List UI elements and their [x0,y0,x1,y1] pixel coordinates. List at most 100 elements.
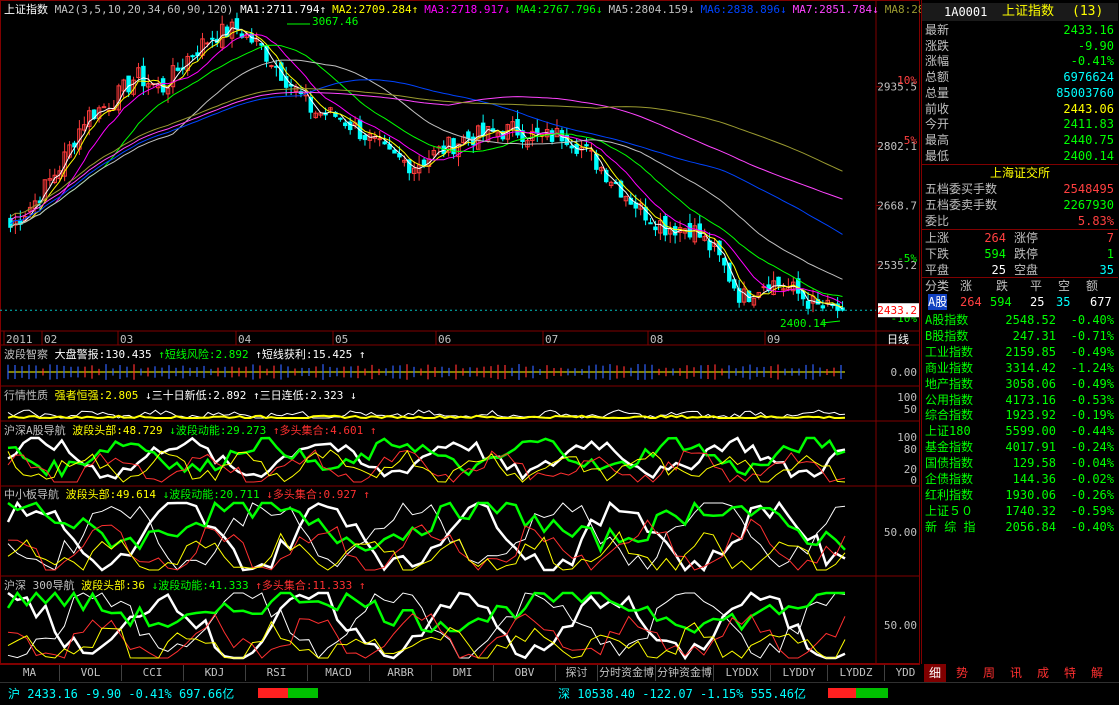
panel-button-特[interactable]: 特 [1059,664,1081,682]
indicator-value-3: ↑三日连低:2.323 [252,389,350,402]
index-row[interactable]: 新 综 指 2056.84 -0.40% [922,519,1118,535]
index-name: 国债指数 [925,456,974,471]
index-change: -0.19% [1070,408,1114,423]
panel-button-成[interactable]: 成 [1032,664,1054,682]
indicator-tab-6[interactable]: ARBR [370,665,432,681]
panel-button-势[interactable]: 势 [951,664,973,682]
ma-line-8 [10,88,843,218]
indicator-axis-label: 80 [904,443,917,456]
index-change: -0.71% [1070,328,1114,343]
indicator-tab-9[interactable]: 探讨 [556,665,598,681]
index-row[interactable]: 商业指数 3314.42 -1.24% [922,360,1118,376]
low-annotation: 2400.14 [780,317,827,330]
date-axis-label: 04 [238,333,252,346]
quote-row: 涨幅 -0.41% [922,53,1118,69]
category-header-cell: 空 [1058,279,1071,293]
pct-axis-label: -5% [897,252,917,265]
indicator-tab-3[interactable]: KDJ [184,665,246,681]
index-row[interactable]: 综合指数 1923.92 -0.19% [922,407,1118,423]
indicator-tab-14[interactable]: LYDDZ [828,665,885,681]
indicator-values: 波段头部:36 ↓波段动能:41.333 ↑多头集合:11.333 ↑ [81,579,365,592]
candle-body [377,138,382,141]
index-row[interactable]: 国债指数 129.58 -0.04% [922,455,1118,471]
quote-label: 最新 [925,23,950,37]
index-price: 3314.42 [1005,360,1056,375]
index-change: -0.24% [1070,440,1114,455]
category-empty: 35 [1056,295,1071,309]
candle-body [648,222,653,225]
indicator-tab-11[interactable]: 分钟资金博 [656,665,714,681]
index-change: -0.49% [1070,376,1114,391]
indicator-tab-1[interactable]: VOL [60,665,122,681]
indicator-value-3: ↑多头集合:11.333 [255,579,359,592]
sh-volume-bar [258,688,318,698]
indicator-tab-4[interactable]: RSI [246,665,308,681]
order-value: 5.83% [1077,214,1114,228]
indicator-tab-13[interactable]: LYDDY [771,665,828,681]
index-row[interactable]: 公用指数 4173.16 -0.53% [922,392,1118,408]
indicator-tab-15[interactable]: YDD [885,665,927,681]
indicator-tab-0[interactable]: MA [0,665,60,681]
index-change: -0.49% [1070,344,1114,359]
category-header-cell: 平 [1030,279,1043,293]
quote-value: -9.90 [1077,38,1114,53]
date-axis-label: 08 [650,333,663,346]
breadth-label: 空盘 [1014,263,1039,277]
indicator-tabs: MA VOL CCI KDJ RSI MACD ARBR DMI OBV 探讨 分时资金博 分钟资金博… [0,664,927,681]
indicator-axis-label: 0 [910,474,917,487]
order-row: 五档委买手数 2548495 [922,181,1118,197]
panel-button-细[interactable]: 细 [924,664,946,682]
chart-canvas[interactable]: 2935.52802.12668.72535.210%5%-5%-10%2433… [0,0,920,664]
quote-row: 最新 2433.16 [922,22,1118,38]
date-axis-label: 05 [335,333,348,346]
index-name: 综合指数 [925,408,974,423]
quote-value: -0.41% [1070,54,1114,69]
indicator-tab-5[interactable]: MACD [308,665,370,681]
indicator-axis-label: 50.00 [884,619,917,632]
breadth-label: 平盘 [925,263,950,277]
index-price: 5599.00 [1005,424,1056,439]
indicator-tab-8[interactable]: OBV [494,665,556,681]
panel-button-周[interactable]: 周 [978,664,1000,682]
category-down: 594 [990,295,1012,309]
ma-value-6: MA6:2838.896↓ [700,3,787,16]
indicator-name: 中小板导航 [4,488,59,501]
index-name: 基金指数 [925,440,974,455]
quote-value: 2443.06 [1063,101,1114,116]
candle-body [343,122,348,127]
indicator-value-4: ↑ [369,424,377,437]
panel-button-解[interactable]: 解 [1086,664,1108,682]
index-row[interactable]: 地产指数 3058.06 -0.49% [922,376,1118,392]
indicator-axis-label: 50.00 [884,526,917,539]
quote-label: 涨幅 [925,54,950,69]
indicator-axis-label: 0.00 [891,366,918,379]
index-price: 1740.32 [1005,503,1056,518]
index-row[interactable]: 上证180 5599.00 -0.44% [922,423,1118,439]
category-header-cell: 涨 [960,279,973,293]
indicator-tab-7[interactable]: DMI [432,665,494,681]
indicator-value-3: ↓多头集合:0.927 [266,488,364,501]
indicator-tab-10[interactable]: 分时资金博 [598,665,656,681]
index-row[interactable]: 红利指数 1930.06 -0.26% [922,487,1118,503]
index-row[interactable]: 企债指数 144.36 -0.02% [922,471,1118,487]
breadth-label: 上涨 [925,231,950,245]
category-up: 264 [960,295,982,309]
chart-area[interactable]: 2935.5 2802.1 2668.7 2535.2 10% 5% -5% -10% 2433… [0,0,958,664]
chart-title: 上证指数 [4,3,48,16]
exchange-title: 上海证交所 [922,164,1118,181]
index-row[interactable]: 基金指数 4017.91 -0.24% [922,439,1118,455]
index-row[interactable]: 工业指数 2159.85 -0.49% [922,344,1118,360]
index-row[interactable]: 上证５０ 1740.32 -0.59% [922,503,1118,519]
ma-line-7 [10,91,843,221]
category-header-cell: 分类 [925,279,950,293]
breadth-row: 下跌 594 跌停 1 [922,246,1118,262]
quote-value: 6976624 [1063,70,1114,85]
indicator-tab-2[interactable]: CCI [122,665,184,681]
panel-button-讯[interactable]: 讯 [1005,664,1027,682]
indicator-tab-12[interactable]: LYDDX [714,665,771,681]
current-price-label: 2433.2 [877,304,917,317]
candle-body [190,55,195,58]
index-row[interactable]: A股指数 2548.52 -0.40% [922,312,1118,328]
high-annotation: 3067.46 [312,15,358,28]
index-row[interactable]: B股指数 247.31 -0.71% [922,328,1118,344]
